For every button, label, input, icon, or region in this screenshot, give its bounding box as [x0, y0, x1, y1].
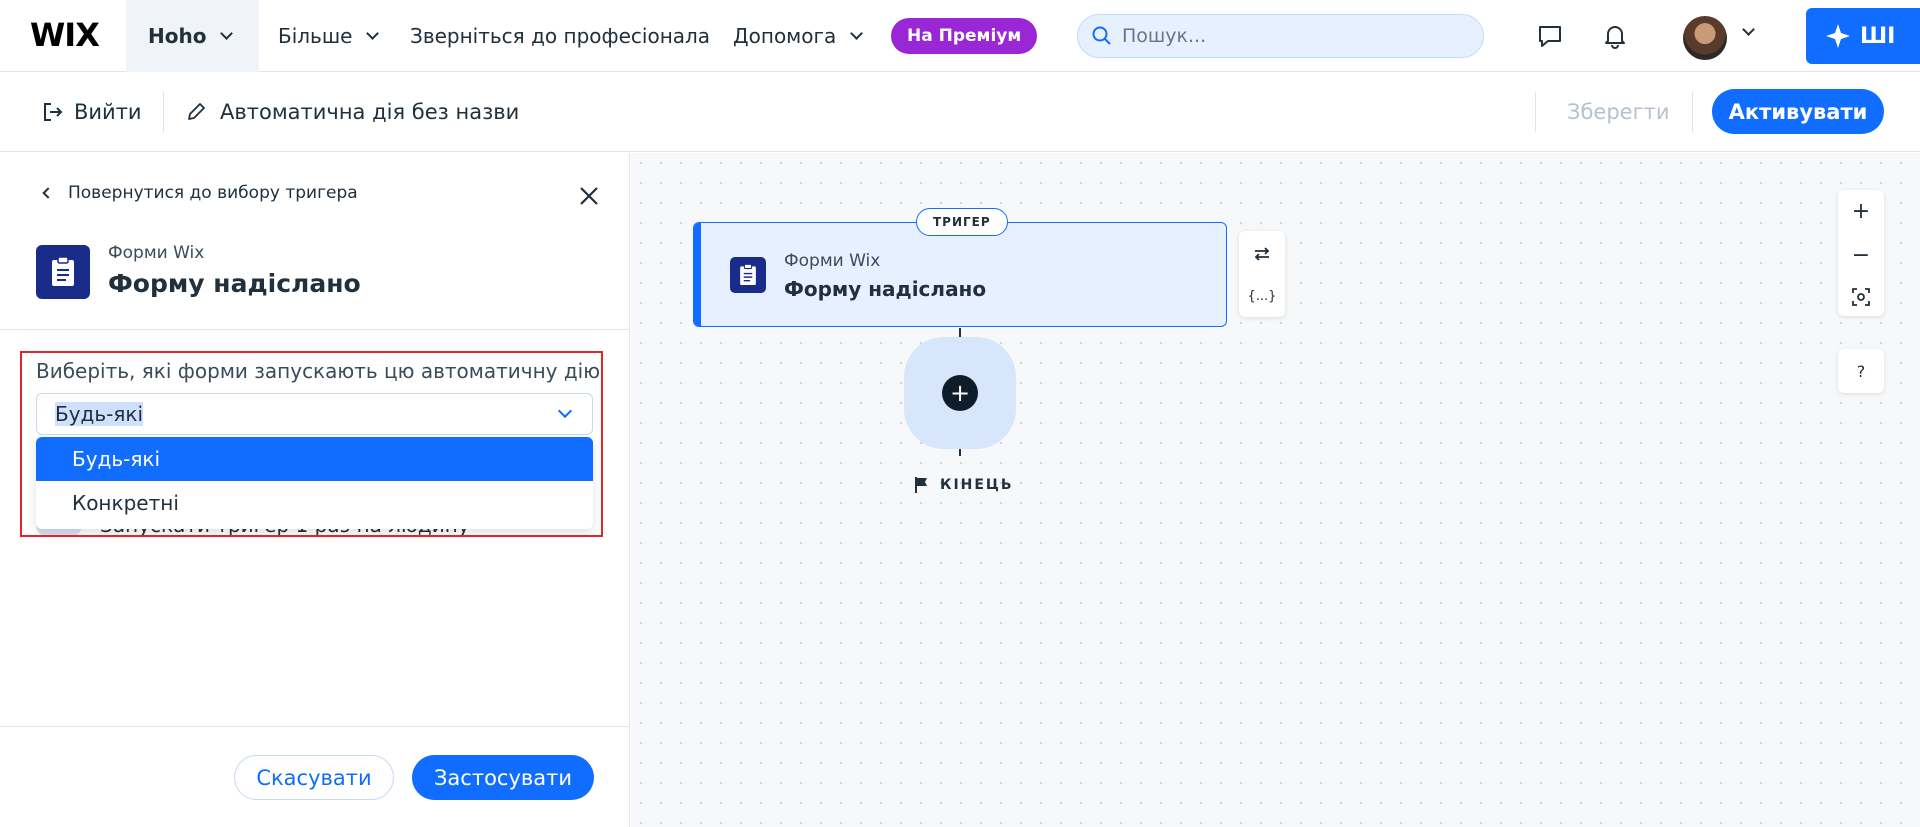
end-label: КІНЕЦЬ — [940, 477, 1014, 493]
wix-logo[interactable]: WIX — [30, 16, 100, 54]
add-step-button[interactable]: + — [942, 375, 978, 411]
trigger-node[interactable]: Форми Wix Форму надіслано — [693, 222, 1227, 327]
top-bar: WIX Hoho Більше Зверніться до професіона… — [0, 0, 1920, 72]
exit-button[interactable]: Вийти — [42, 100, 142, 124]
messages-button[interactable] — [1534, 20, 1566, 52]
nav-hire-professional[interactable]: Зверніться до професіонала — [410, 24, 710, 48]
cancel-button[interactable]: Скасувати — [234, 755, 394, 800]
exit-icon — [44, 103, 63, 121]
avatar[interactable] — [1683, 16, 1727, 60]
close-icon[interactable] — [578, 185, 600, 207]
nav-more[interactable]: Більше — [278, 24, 380, 48]
nav-more-label: Більше — [278, 24, 353, 48]
end-marker: КІНЕЦЬ — [914, 476, 1014, 494]
chevron-down-icon — [220, 27, 234, 40]
notifications-button[interactable] — [1599, 20, 1631, 52]
chevron-left-icon — [42, 187, 54, 199]
ai-assistant-button[interactable]: ШІ — [1806, 8, 1920, 64]
zoom-controls: + − — [1838, 190, 1884, 316]
variables-icon[interactable]: {...} — [1248, 289, 1277, 304]
divider — [1535, 92, 1536, 132]
automation-title: Автоматична дія без назви — [220, 100, 520, 124]
site-name: Hoho — [148, 24, 207, 48]
bell-icon — [1605, 26, 1625, 49]
nav-help-label: Допомога — [733, 24, 837, 48]
help-button[interactable]: ? — [1838, 349, 1884, 393]
search-icon — [1092, 26, 1111, 45]
exit-label: Вийти — [74, 100, 142, 124]
save-button[interactable]: Зберегти — [1567, 100, 1670, 124]
chevron-down-icon — [850, 27, 864, 40]
node-tools: {...} — [1239, 231, 1285, 317]
sparkle-icon — [1826, 24, 1850, 48]
chevron-down-icon — [366, 27, 380, 40]
divider — [163, 92, 164, 132]
automation-canvas[interactable]: Форми Wix Форму надіслано ТРИГЕР {...} +… — [631, 153, 1920, 827]
nav-hire-label: Зверніться до професіонала — [410, 24, 711, 48]
trigger-badge: ТРИГЕР — [916, 208, 1008, 236]
divider — [1692, 92, 1693, 132]
swap-icon[interactable] — [1252, 244, 1272, 264]
activate-button[interactable]: Активувати — [1712, 89, 1884, 134]
clipboard-icon — [730, 257, 766, 293]
chevron-down-icon[interactable] — [1742, 23, 1755, 36]
trigger-title: Форму надіслано — [108, 269, 361, 298]
trigger-settings-panel: Повернутися до вибору тригера Форми Wix … — [0, 153, 630, 827]
back-label: Повернутися до вибору тригера — [68, 183, 358, 203]
chat-icon — [1539, 26, 1561, 47]
zoom-out-icon[interactable]: − — [1852, 243, 1870, 268]
pencil-icon — [188, 103, 205, 120]
zoom-in-icon[interactable]: + — [1852, 199, 1870, 224]
search-input[interactable] — [1122, 25, 1462, 47]
fit-to-screen-icon[interactable] — [1851, 287, 1871, 307]
editor-toolbar: Вийти Автоматична дія без назви Зберегти… — [0, 72, 1920, 152]
node-subtitle: Форми Wix — [784, 251, 881, 271]
site-selector[interactable]: Hoho — [126, 0, 259, 72]
apply-button[interactable]: Застосувати — [412, 755, 594, 800]
node-accent-bar — [694, 223, 701, 326]
clipboard-icon — [36, 245, 90, 299]
divider — [0, 329, 630, 330]
ai-label: ШІ — [1860, 23, 1896, 49]
highlight-box — [20, 351, 603, 537]
app-subtitle: Форми Wix — [108, 243, 205, 263]
back-to-trigger-selection[interactable]: Повернутися до вибору тригера — [42, 183, 358, 203]
automation-title-edit[interactable]: Автоматична дія без назви — [186, 100, 519, 124]
nav-help[interactable]: Допомога — [733, 24, 864, 48]
divider — [0, 726, 630, 727]
upgrade-premium-button[interactable]: На Преміум — [891, 18, 1038, 54]
flag-icon — [915, 477, 927, 493]
search-box[interactable] — [1077, 14, 1484, 58]
node-title: Форму надіслано — [784, 277, 987, 301]
